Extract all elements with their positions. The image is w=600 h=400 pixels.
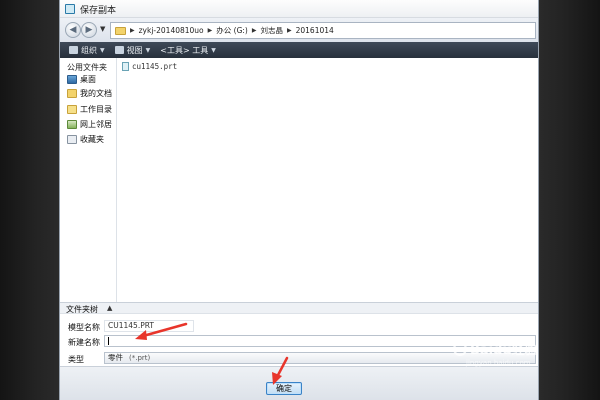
backdrop-right [539, 0, 600, 400]
backdrop-left [0, 0, 59, 400]
organize-icon [69, 46, 78, 54]
view-button[interactable]: 视图 ▼ [114, 45, 151, 56]
sidebar-item-my-documents[interactable]: 我的文档 [67, 88, 112, 99]
sidebar-item-favorites[interactable]: 收藏夹 [67, 134, 104, 145]
sidebar-item-label: 收藏夹 [80, 135, 104, 144]
history-dropdown-icon[interactable]: ▼ [100, 25, 105, 33]
network-icon [67, 120, 77, 129]
breadcrumb-folder[interactable]: 刘志晶 [260, 25, 283, 36]
work-folder-icon [67, 105, 77, 114]
ok-button[interactable]: 确定 [266, 382, 302, 395]
sidebar-item-label: 工作目录 [80, 105, 112, 114]
type-label: 类型 [68, 355, 84, 364]
breadcrumb[interactable]: ▶ zykj-20140810uo ▶ 办公 (G:) ▶ 刘志晶 ▶ 2016… [110, 22, 536, 39]
view-label: 视图 [126, 45, 143, 55]
sidebar-item-label: 网上邻居 [80, 120, 112, 129]
baidu-paw-logo [453, 341, 467, 356]
view-icon [114, 46, 124, 54]
tools-label: <工具> 工具 [160, 45, 209, 55]
chevron-down-icon: ▼ [145, 46, 151, 54]
breadcrumb-computer[interactable]: zykj-20140810uo [139, 26, 204, 35]
file-name: cu1145.prt [132, 62, 178, 71]
watermark-brand: Baidu经验 [470, 343, 538, 358]
documents-icon [67, 89, 77, 98]
sidebar-item-network[interactable]: 网上邻居 [67, 119, 112, 130]
chevron-down-icon: ▼ [100, 46, 105, 54]
model-name-value: CU1145.PRT [104, 320, 194, 332]
crumb-separator-icon[interactable]: ▶ [208, 27, 213, 34]
breadcrumb-drive[interactable]: 办公 (G:) [216, 25, 248, 36]
sidebar-heading: 公用文件夹 [67, 63, 107, 72]
back-arrow-icon[interactable]: ◀ [65, 22, 81, 38]
organize-button[interactable]: 组织 ▼ [69, 45, 105, 56]
type-value: 零件 [108, 353, 123, 362]
list-item[interactable]: cu1145.prt [122, 62, 177, 71]
folder-icon [115, 26, 126, 35]
type-extension: (*.prt) [129, 354, 151, 362]
chevron-down-icon: ▼ [211, 46, 216, 54]
model-name-label: 模型名称 [68, 323, 100, 332]
organize-label: 组织 [81, 45, 97, 55]
crumb-separator-icon[interactable]: ▶ [252, 27, 257, 34]
desktop-icon [67, 75, 77, 84]
dialog-footer: 确定 [60, 366, 538, 400]
text-caret [108, 337, 109, 345]
sidebar-item-label: 桌面 [80, 75, 96, 84]
sidebar-item-working-directory[interactable]: 工作目录 [67, 104, 112, 115]
new-name-label: 新建名称 [68, 338, 100, 347]
chevron-up-icon[interactable]: ▲ [107, 304, 112, 312]
window-title: 保存副本 [80, 6, 117, 16]
folder-tree-toggle-row: 文件夹树 ▲ [60, 302, 538, 314]
watermark-url: jingyan.baidu.com [466, 359, 531, 367]
common-folders-sidebar: 公用文件夹 桌面 我的文档 工作目录 网上邻居 收藏夹 [60, 58, 117, 302]
forward-arrow-icon[interactable]: ▶ [81, 22, 97, 38]
address-bar: ◀ ▶ ▼ ▶ zykj-20140810uo ▶ 办公 (G:) ▶ 刘志晶 … [60, 18, 538, 42]
window-icon [65, 4, 75, 14]
breadcrumb-subfolder[interactable]: 20161014 [296, 26, 334, 35]
file-list[interactable]: cu1145.prt [118, 58, 538, 302]
sidebar-item-label: 我的文档 [80, 89, 112, 98]
title-bar: 保存副本 [60, 0, 538, 18]
toolbar: 组织 ▼ 视图 ▼ <工具> 工具 ▼ [60, 42, 538, 58]
favorites-icon [67, 135, 77, 144]
part-file-icon [122, 62, 129, 71]
sidebar-item-desktop[interactable]: 桌面 [67, 74, 96, 85]
tools-button[interactable]: <工具> 工具 ▼ [160, 45, 216, 56]
baidu-watermark: Baidu经验 [453, 339, 538, 358]
crumb-separator-icon[interactable]: ▶ [287, 27, 292, 34]
crumb-separator-icon[interactable]: ▶ [130, 27, 135, 34]
